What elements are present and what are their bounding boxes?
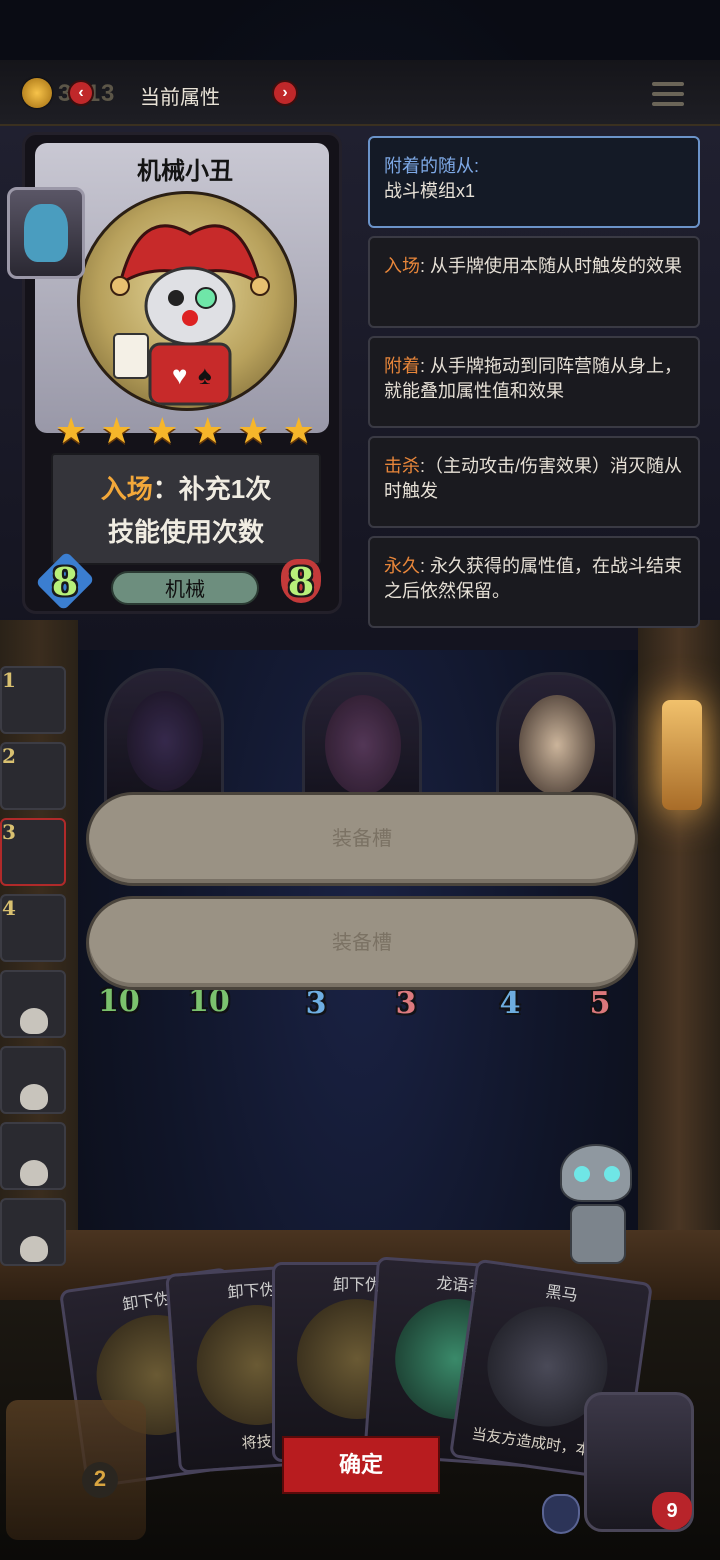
star-icon: ★ — [282, 410, 315, 451]
attached-body: 战斗模组x1 — [384, 181, 476, 201]
star-icon: ★ — [55, 410, 88, 451]
roster-slot[interactable]: 2 — [0, 742, 66, 810]
roster-slot[interactable]: 1 — [0, 666, 66, 734]
roster-slot[interactable] — [0, 1122, 66, 1190]
roster-slot[interactable] — [0, 1198, 66, 1266]
skull-icon — [20, 1084, 48, 1110]
shield-icon — [542, 1494, 580, 1534]
star-rating: ★ ★ ★ ★ ★ ★ — [55, 413, 315, 453]
effect-keyword: 入场 — [100, 474, 153, 504]
star-icon: ★ — [191, 410, 224, 451]
keyword-label: 入场 — [384, 256, 420, 276]
attached-minion-portrait[interactable] — [7, 187, 85, 279]
keyword-description: : 从手牌使用本随从时触发的效果 — [420, 256, 683, 276]
portrait-face — [24, 204, 68, 262]
robot-head — [560, 1144, 632, 1202]
card-frame: ♥ ♠ — [35, 143, 329, 433]
effect-text: ：补充1次 — [152, 474, 272, 504]
minion-art — [127, 691, 203, 791]
skull-icon — [20, 1008, 48, 1034]
roster-slot[interactable] — [0, 970, 66, 1038]
roster-number: 1 — [2, 668, 16, 692]
roster-number: 3 — [2, 820, 16, 844]
effect-line-2: 技能使用次数 — [107, 517, 264, 547]
confirm-button[interactable]: 确定 — [282, 1436, 440, 1494]
star-icon: ★ — [237, 410, 270, 451]
minion-health: 3 — [395, 986, 417, 1021]
minion-card: ♥ ♠ 机械小丑 ★ ★ ★ ★ ★ ★ 入场：补充1次 技能使用次数 8 机械 8 — [7, 132, 342, 614]
page-title: 当前属性 — [140, 87, 220, 109]
keyword-label: 击杀 — [384, 456, 420, 476]
keyword-label: 附着 — [384, 356, 420, 376]
star-icon: ★ — [146, 410, 179, 451]
svg-text:♠: ♠ — [198, 360, 212, 390]
menu-icon[interactable] — [652, 82, 684, 108]
wall-lamp — [662, 700, 702, 810]
roster-number: 4 — [2, 896, 16, 920]
treasure-chest[interactable] — [6, 1400, 146, 1540]
coin-icon — [22, 78, 52, 108]
minion-attack: 4 — [499, 986, 521, 1021]
tribe-label: 机械 — [111, 571, 259, 605]
keyword-description: :（主动攻击/伤害效果）消灭随从时触发 — [384, 456, 683, 501]
roster-list: 1 2 3 4 — [0, 666, 74, 1274]
next-arrow-button[interactable]: › — [272, 80, 298, 106]
chest-count: 2 — [82, 1462, 118, 1498]
keyword-panel-battlecry: 入场: 从手牌使用本随从时触发的效果 — [368, 236, 700, 328]
attack-value: 8 — [51, 559, 79, 604]
prev-arrow-button[interactable]: ‹ — [68, 80, 94, 106]
roster-number: 2 — [2, 744, 16, 768]
minion-health: 5 — [589, 986, 611, 1021]
robot-mascot — [548, 1120, 648, 1280]
health-gem: 8 — [275, 555, 327, 607]
roster-slot[interactable] — [0, 1046, 66, 1114]
jester-robot-art: ♥ ♠ — [77, 191, 297, 411]
minion-art — [325, 695, 401, 795]
skull-icon — [20, 1236, 48, 1262]
roster-slot[interactable]: 3 — [0, 818, 66, 886]
attached-title: 附着的随从: — [384, 156, 480, 176]
keyword-panel-attach: 附着: 从手牌拖动到同阵营随从身上，就能叠加属性值和效果 — [368, 336, 700, 428]
keyword-label: 永久 — [384, 556, 420, 576]
keyword-panel-kill: 击杀:（主动攻击/伤害效果）消灭随从时触发 — [368, 436, 700, 528]
health-value: 8 — [287, 559, 315, 604]
attack-gem: 8 — [35, 551, 95, 611]
equipment-slot-2[interactable]: 装备槽 — [86, 896, 638, 990]
player-health: 9 — [652, 1492, 692, 1530]
svg-text:♥: ♥ — [172, 360, 187, 390]
keyword-panel-permanent: 永久: 永久获得的属性值，在战斗结束之后依然保留。 — [368, 536, 700, 628]
star-icon: ★ — [100, 410, 133, 451]
top-bar: 3013 ‹ 当前属性 › — [0, 60, 720, 126]
equipment-slot-1[interactable]: 装备槽 — [86, 792, 638, 886]
minion-attack: 3 — [305, 986, 327, 1021]
card-name: 机械小丑 — [137, 158, 233, 185]
keyword-description: : 永久获得的属性值，在战斗结束之后依然保留。 — [384, 556, 683, 601]
attached-minions-panel: 附着的随从: 战斗模组x1 — [368, 136, 700, 228]
card-effect-box: 入场：补充1次 技能使用次数 — [51, 453, 321, 565]
keyword-description: : 从手牌拖动到同阵营随从身上，就能叠加属性值和效果 — [384, 356, 683, 401]
minion-art — [519, 695, 595, 795]
effect-line-1: 入场：补充1次 — [53, 469, 319, 506]
skull-icon — [20, 1160, 48, 1186]
robot-eye — [574, 1166, 590, 1182]
robot-eye — [604, 1166, 620, 1182]
roster-slot[interactable]: 4 — [0, 894, 66, 962]
robot-body — [570, 1204, 626, 1264]
